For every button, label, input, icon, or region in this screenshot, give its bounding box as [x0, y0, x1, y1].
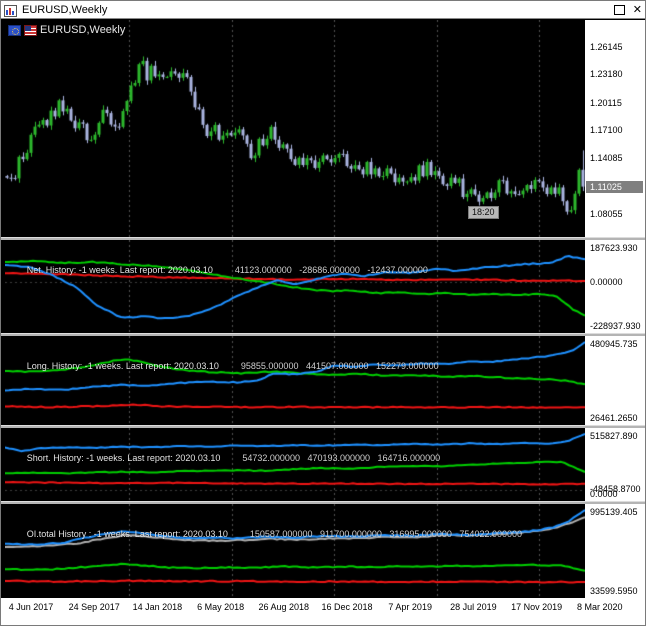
panel-header-long: Long. History: -1 weeks. Last report: 20…: [9, 338, 439, 371]
time-axis-label: 7 Apr 2019: [388, 602, 432, 612]
indicator-axis-min-label: 33599.5950: [590, 586, 638, 596]
panel-header-net: Net. History: -1 weeks. Last report: 202…: [9, 242, 428, 275]
time-axis-label: 24 Sep 2017: [68, 602, 120, 612]
panel-title: OI.total History : -1 weeks. Last report…: [26, 529, 228, 539]
close-icon[interactable]: ✕: [633, 3, 642, 17]
panel-title: Short. History: -1 weeks. Last report: 2…: [26, 453, 221, 463]
indicator-axis-max-label: 480945.735: [590, 339, 638, 349]
chart-window-icon: [4, 4, 17, 17]
time-axis-label: 28 Jul 2019: [450, 602, 497, 612]
price-axis-label: 1.23180: [590, 69, 623, 80]
time-axis-label: 16 Dec 2018: [321, 602, 373, 612]
time-axis-label: 4 Jun 2017: [8, 602, 54, 612]
price-axis-label: 1.17100: [590, 125, 623, 136]
oi-total-history-panel-canvas[interactable]: [5, 504, 585, 598]
net-history-panel-canvas[interactable]: [5, 240, 585, 333]
indicator-axis-min-label: 26461.2650: [590, 413, 638, 423]
price-axis-label: 1.14085: [590, 153, 623, 164]
us-flag-icon: [24, 24, 37, 36]
panel-header-short: Short. History: -1 weeks. Last report: 2…: [9, 430, 440, 463]
chart-window: EURUSD,Weekly ✕ EURUSD,Weekly 18:20 Net.…: [0, 0, 646, 626]
eu-flag-icon: [8, 24, 21, 36]
time-axis-label: 26 Aug 2018: [258, 602, 310, 612]
window-titlebar[interactable]: EURUSD,Weekly ✕: [1, 1, 645, 19]
indicator-axis-zero-label: 0.00000: [590, 277, 623, 288]
indicator-axis-max-label: 995139.405: [590, 507, 638, 517]
symbol-header: EURUSD,Weekly: [8, 24, 125, 36]
panel-values: 54732.000000 470193.000000 164716.000000: [242, 453, 441, 463]
window-separator[interactable]: [1, 333, 645, 336]
panel-values: 41123.000000 -28686.000000 -12437.000000: [234, 265, 428, 275]
panel-title: Net. History: -1 weeks. Last report: 202…: [26, 265, 213, 275]
window-separator[interactable]: [1, 237, 645, 240]
indicator-axis-min-label: -48458.8700: [590, 484, 641, 494]
time-marker-badge: 18:20: [468, 206, 499, 219]
price-axis-label: 1.20115: [590, 97, 622, 108]
price-axis-label: 1.26145: [590, 41, 623, 52]
panel-values: 95855.000000 441507.000000 152279.000000: [240, 361, 439, 371]
symbol-label: EURUSD,Weekly: [40, 24, 126, 36]
time-axis-label: 14 Jan 2018: [132, 602, 183, 612]
indicator-axis-max-label: 515827.890: [590, 431, 638, 441]
time-axis-label: 17 Nov 2019: [511, 602, 563, 612]
maximize-icon[interactable]: [613, 5, 625, 15]
current-price-badge: 1.11025: [586, 180, 643, 193]
window-separator[interactable]: [1, 501, 645, 504]
indicator-axis-min-label: -228937.930: [590, 321, 641, 331]
panel-values: 150587.000000 911700.000000 316995.00000…: [249, 529, 522, 539]
indicator-axis-max-label: 187623.930: [590, 243, 638, 253]
time-axis-label: 8 Mar 2020: [577, 602, 623, 612]
panel-header-oi: OI.total History : -1 weeks. Last report…: [9, 506, 522, 539]
long-history-panel-canvas[interactable]: [5, 336, 585, 425]
window-title: EURUSD,Weekly: [22, 3, 108, 16]
window-separator[interactable]: [1, 425, 645, 428]
main-chart-canvas[interactable]: [5, 20, 585, 237]
price-axis-label: 1.08055: [590, 209, 623, 220]
panel-title: Long. History: -1 weeks. Last report: 20…: [26, 361, 219, 371]
time-axis-label: 6 May 2018: [197, 602, 245, 612]
